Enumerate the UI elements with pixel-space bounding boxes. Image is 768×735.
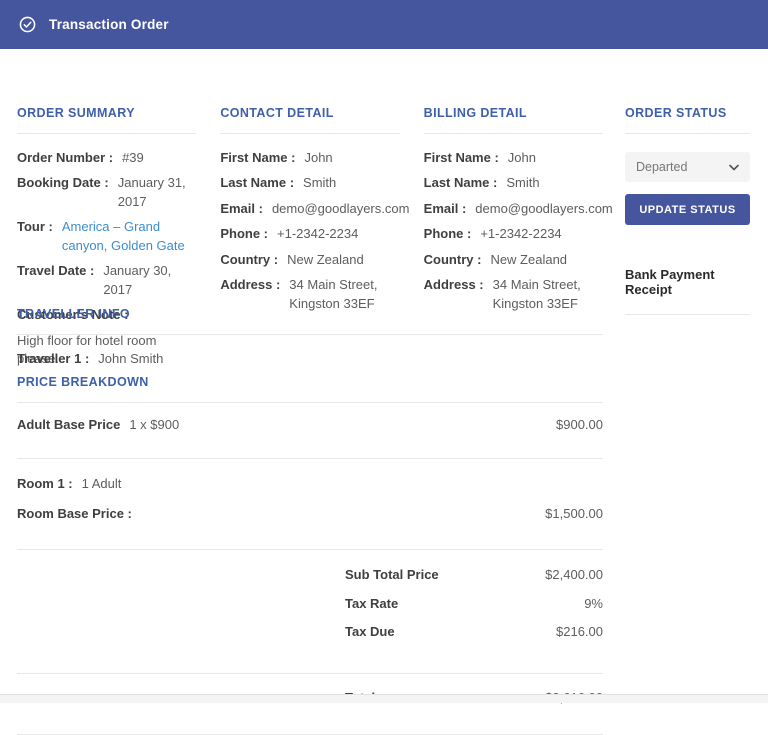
price-breakdown-heading: PRICE BREAKDOWN <box>17 375 603 390</box>
field-value: Smith <box>506 174 539 192</box>
price-amount: $216.00 <box>556 623 603 641</box>
price-amount: $900.00 <box>556 417 603 432</box>
phone-row: Phone : +1-2342-2234 <box>424 225 603 243</box>
field-label: Tour : <box>17 218 53 255</box>
field-label: First Name : <box>220 149 295 167</box>
tax-rate-row: Tax Rate 9% <box>17 595 603 613</box>
price-label: Adult Base Price <box>17 417 120 432</box>
page-title: Transaction Order <box>49 17 169 32</box>
price-amount: $1,500.00 <box>545 505 603 523</box>
field-value: #39 <box>122 149 144 167</box>
field-value: Smith <box>303 174 336 192</box>
price-amount: 9% <box>584 595 603 613</box>
status-select[interactable]: Departed <box>625 152 750 182</box>
field-label: Country : <box>424 251 482 269</box>
status-selected-value: Departed <box>636 160 687 174</box>
field-label: First Name : <box>424 149 499 167</box>
order-status-heading: ORDER STATUS <box>625 106 750 121</box>
page-bottom-strip <box>0 694 768 703</box>
chevron-down-icon <box>729 164 739 171</box>
app-header: Transaction Order <box>0 0 768 49</box>
price-amount: $2,400.00 <box>545 566 603 584</box>
country-row: Country : New Zealand <box>220 251 399 269</box>
field-label: Traveller 1 : <box>17 350 89 368</box>
booking-date-row: Booking Date : January 31, 2017 <box>17 174 196 211</box>
field-label: Phone : <box>220 225 268 243</box>
price-label: Tax Due <box>345 623 395 641</box>
bank-payment-receipt-heading: Bank Payment Receipt <box>625 267 750 297</box>
address-row: Address : 34 Main Street, Kingston 33EF <box>220 276 399 313</box>
email-row: Email : demo@goodlayers.com <box>220 200 399 218</box>
price-breakdown-section: PRICE BREAKDOWN Adult Base Price 1 x $90… <box>17 375 603 735</box>
detail-columns: ORDER SUMMARY Order Number : #39 Booking… <box>17 106 603 307</box>
update-status-button[interactable]: UPDATE STATUS <box>625 194 750 225</box>
price-detail: 1 x $900 <box>129 417 179 432</box>
price-label: Tax Rate <box>345 595 398 613</box>
field-value: 34 Main Street, Kingston 33EF <box>493 276 603 313</box>
first-name-row: First Name : John <box>220 149 399 167</box>
field-label: Address : <box>424 276 484 313</box>
price-label: Room Base Price : <box>17 505 132 523</box>
field-label: Address : <box>220 276 280 313</box>
field-label: Phone : <box>424 225 472 243</box>
field-value: +1-2342-2234 <box>480 225 561 243</box>
traveller-row: Traveller 1 : John Smith <box>17 350 603 368</box>
order-summary-section: ORDER SUMMARY Order Number : #39 Booking… <box>17 106 196 307</box>
field-label: Travel Date : <box>17 262 94 299</box>
field-label: Email : <box>220 200 263 218</box>
divider <box>625 314 750 315</box>
address-row: Address : 34 Main Street, Kingston 33EF <box>424 276 603 313</box>
content-area: ORDER SUMMARY Order Number : #39 Booking… <box>0 49 768 735</box>
room-row: Room 1 : 1 Adult <box>17 475 603 493</box>
field-label: Country : <box>220 251 278 269</box>
phone-row: Phone : +1-2342-2234 <box>220 225 399 243</box>
field-label: Booking Date : <box>17 174 109 211</box>
divider <box>625 133 750 134</box>
billing-detail-section: BILLING DETAIL First Name : John Last Na… <box>424 106 603 307</box>
billing-detail-heading: BILLING DETAIL <box>424 106 603 121</box>
price-label: Room 1 : <box>17 475 73 493</box>
check-circle-icon <box>19 16 36 33</box>
room-base-price-row: Room Base Price : $1,500.00 <box>17 505 603 523</box>
price-label: Sub Total Price <box>345 566 439 584</box>
price-detail: 1 Adult <box>82 475 122 493</box>
field-value: New Zealand <box>287 251 364 269</box>
last-name-row: Last Name : Smith <box>424 174 603 192</box>
tour-row: Tour : America – Grand canyon, Golden Ga… <box>17 218 196 255</box>
order-status-sidebar: ORDER STATUS Departed UPDATE STATUS Bank… <box>625 106 750 735</box>
main-column: ORDER SUMMARY Order Number : #39 Booking… <box>17 106 603 735</box>
price-summary-block: Sub Total Price $2,400.00 Tax Rate 9% Ta… <box>17 550 603 661</box>
field-label: Email : <box>424 200 467 218</box>
email-row: Email : demo@goodlayers.com <box>424 200 603 218</box>
country-row: Country : New Zealand <box>424 251 603 269</box>
field-value: John <box>304 149 332 167</box>
field-label: Order Number : <box>17 149 113 167</box>
tour-link[interactable]: America – Grand canyon, Golden Gate <box>62 218 196 255</box>
divider <box>220 133 399 134</box>
field-value: January 31, 2017 <box>118 174 197 211</box>
field-value: 34 Main Street, Kingston 33EF <box>289 276 399 313</box>
order-summary-heading: ORDER SUMMARY <box>17 106 196 121</box>
order-number-row: Order Number : #39 <box>17 149 196 167</box>
field-value: demo@goodlayers.com <box>272 200 409 218</box>
field-label: Last Name : <box>220 174 294 192</box>
first-name-row: First Name : John <box>424 149 603 167</box>
field-value: +1-2342-2234 <box>277 225 358 243</box>
field-value: New Zealand <box>490 251 567 269</box>
divider <box>17 133 196 134</box>
travel-date-row: Travel Date : January 30, 2017 <box>17 262 196 299</box>
field-value: John Smith <box>98 350 163 368</box>
adult-base-price-row: Adult Base Price 1 x $900 $900.00 <box>17 403 603 446</box>
last-name-row: Last Name : Smith <box>220 174 399 192</box>
divider <box>424 133 603 134</box>
field-value: John <box>508 149 536 167</box>
tax-due-row: Tax Due $216.00 <box>17 623 603 641</box>
field-label: Last Name : <box>424 174 498 192</box>
contact-detail-heading: CONTACT DETAIL <box>220 106 399 121</box>
room-block: Room 1 : 1 Adult Room Base Price : $1,50… <box>17 459 603 537</box>
field-value: January 30, 2017 <box>103 262 196 299</box>
field-value: demo@goodlayers.com <box>475 200 612 218</box>
subtotal-row: Sub Total Price $2,400.00 <box>17 566 603 584</box>
contact-detail-section: CONTACT DETAIL First Name : John Last Na… <box>220 106 399 307</box>
